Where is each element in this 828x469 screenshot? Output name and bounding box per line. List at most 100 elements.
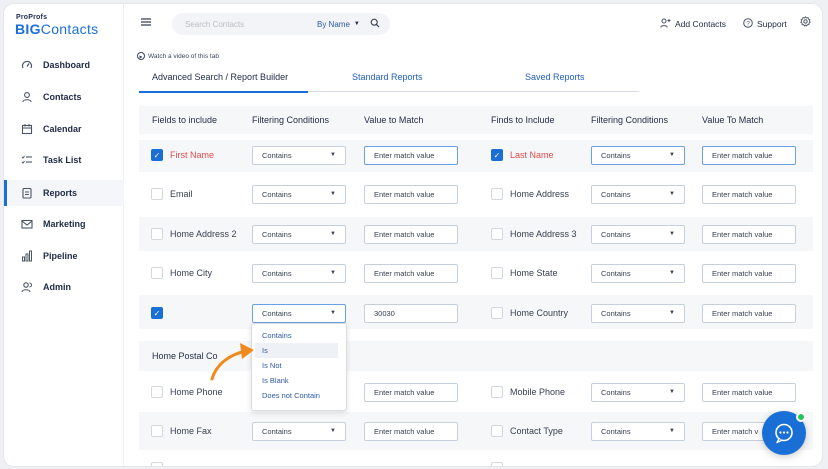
sidebar-item-label: Pipeline <box>43 251 78 261</box>
field-checkbox[interactable]: ✓ <box>491 149 503 161</box>
filter-condition-select[interactable]: Contains ▼ <box>252 146 346 165</box>
field-checkbox[interactable] <box>151 386 163 398</box>
field-label: Home Phone <box>170 387 223 397</box>
match-value-input[interactable]: Enter match value <box>364 146 458 165</box>
caret-down-icon: ▼ <box>330 231 336 237</box>
field-label: Home Fax <box>170 426 212 436</box>
field-checkbox[interactable] <box>491 462 503 466</box>
watch-video-link[interactable]: ▶ Watch a video of this tab <box>137 52 219 60</box>
caret-down-icon: ▼ <box>330 310 336 316</box>
field-checkbox[interactable]: ✓ <box>151 307 163 319</box>
field-checkbox[interactable] <box>491 228 503 240</box>
tab-standard-reports[interactable]: Standard Reports <box>352 72 423 82</box>
column-header: Filtering Conditions <box>252 115 330 125</box>
match-value-input[interactable]: Enter match value <box>364 185 458 204</box>
table-row: Home Address <box>491 188 569 200</box>
match-value-input[interactable]: Enter match value <box>702 146 796 165</box>
menu-item-contains[interactable]: Contains <box>252 328 346 343</box>
person-icon <box>20 90 34 104</box>
field-checkbox[interactable] <box>151 267 163 279</box>
gear-icon[interactable] <box>800 16 811 30</box>
menu-item-is-not[interactable]: Is Not <box>252 358 346 373</box>
column-header: Filtering Conditions <box>591 115 669 125</box>
filter-condition-select[interactable]: Contains ▼ <box>591 185 685 204</box>
match-value-input[interactable]: Enter match value <box>702 304 796 323</box>
field-checkbox[interactable] <box>491 188 503 200</box>
match-value-input[interactable]: Enter match value <box>364 383 458 402</box>
field-label: Mobile Phone <box>510 387 566 397</box>
sidebar-item-label: Reports <box>43 188 78 198</box>
select-value: Contains <box>601 388 631 397</box>
field-checkbox[interactable] <box>491 386 503 398</box>
support-label: Support <box>757 19 787 29</box>
filter-condition-select[interactable]: Contains ▼ <box>591 146 685 165</box>
match-value-input[interactable]: Enter match value <box>702 264 796 283</box>
filter-condition-select[interactable]: Contains ▼ <box>591 383 685 402</box>
field-label: Contact Type <box>510 426 563 436</box>
match-value-input[interactable]: Enter match value <box>702 185 796 204</box>
filter-condition-select[interactable]: Contains ▼ <box>252 185 346 204</box>
sidebar-item-dashboard[interactable]: Dashboard <box>4 52 124 78</box>
filter-condition-select[interactable]: Contains ▼ <box>591 422 685 441</box>
sidebar-item-calendar[interactable]: Calendar <box>4 116 124 142</box>
caret-down-icon: ▼ <box>669 152 675 158</box>
users-icon <box>20 280 34 294</box>
filter-condition-select[interactable]: Contains ▼ <box>591 264 685 283</box>
menu-item-is-blank[interactable]: Is Blank <box>252 373 346 388</box>
menu-toggle-icon[interactable] <box>141 18 151 29</box>
filter-condition-select[interactable]: Contains ▼ <box>591 304 685 323</box>
sidebar-item-admin[interactable]: Admin <box>4 274 124 300</box>
sidebar-item-reports[interactable]: Reports <box>4 180 124 206</box>
match-value-input[interactable]: Enter match value <box>364 264 458 283</box>
field-checkbox[interactable] <box>151 188 163 200</box>
field-checkbox[interactable] <box>491 425 503 437</box>
table-row: Home Fax <box>151 425 212 437</box>
menu-item-is[interactable]: Is <box>255 343 338 358</box>
field-checkbox[interactable]: ✓ <box>151 149 163 161</box>
filter-condition-select[interactable]: Contains ▼ <box>591 225 685 244</box>
tab-advanced-search[interactable]: Advanced Search / Report Builder <box>152 72 288 82</box>
add-person-icon <box>660 18 671 30</box>
filter-condition-select[interactable]: Contains ▼ <box>252 264 346 283</box>
support-link[interactable]: ? Support <box>743 18 787 30</box>
match-value-input[interactable]: 30030 <box>364 304 458 323</box>
sidebar-item-label: Calendar <box>43 124 82 134</box>
filter-condition-select[interactable]: Contains ▼ <box>252 422 346 441</box>
chat-icon <box>775 423 793 444</box>
play-icon: ▶ <box>137 52 145 60</box>
sidebar-item-label: Task List <box>43 155 82 165</box>
field-checkbox[interactable] <box>151 462 163 466</box>
table-row: Home State <box>491 267 558 279</box>
select-value: Contains <box>601 190 631 199</box>
match-value-input[interactable]: Enter match value <box>364 225 458 244</box>
tab-saved-reports[interactable]: Saved Reports <box>525 72 585 82</box>
sidebar-item-pipeline[interactable]: Pipeline <box>4 243 124 269</box>
match-value-input[interactable]: Enter match value <box>702 383 796 402</box>
field-label: First Name <box>170 150 215 160</box>
menu-item-does-not-contain[interactable]: Does not Contain <box>252 388 346 403</box>
table-row: Home City <box>151 267 212 279</box>
caret-down-icon: ▼ <box>669 310 675 316</box>
field-checkbox[interactable] <box>151 425 163 437</box>
sidebar-item-marketing[interactable]: Marketing <box>4 211 124 237</box>
match-value-input[interactable]: Enter match value <box>702 225 796 244</box>
caret-down-icon: ▼ <box>330 191 336 197</box>
calendar-icon <box>20 122 34 136</box>
caret-down-icon: ▼ <box>330 152 336 158</box>
caret-down-icon: ▼ <box>669 191 675 197</box>
field-checkbox[interactable] <box>491 267 503 279</box>
table-row: Home Address 3 <box>491 228 577 240</box>
add-contacts-link[interactable]: Add Contacts <box>660 18 726 30</box>
sidebar-item-task-list[interactable]: Task List <box>4 147 124 173</box>
field-checkbox[interactable] <box>491 307 503 319</box>
sidebar-item-contacts[interactable]: Contacts <box>4 84 124 110</box>
field-checkbox[interactable] <box>151 228 163 240</box>
search-by-dropdown[interactable]: By Name ▼ <box>317 20 360 29</box>
search-input[interactable] <box>185 19 305 29</box>
report-tabs: Advanced Search / Report Builder Standar… <box>139 66 639 93</box>
match-value-input[interactable]: Enter match value <box>364 422 458 441</box>
search-icon[interactable] <box>370 18 380 31</box>
filter-condition-select[interactable]: Contains ▼ <box>252 304 346 323</box>
filter-condition-select[interactable]: Contains ▼ <box>252 225 346 244</box>
table-row: ✓ <box>151 307 170 319</box>
